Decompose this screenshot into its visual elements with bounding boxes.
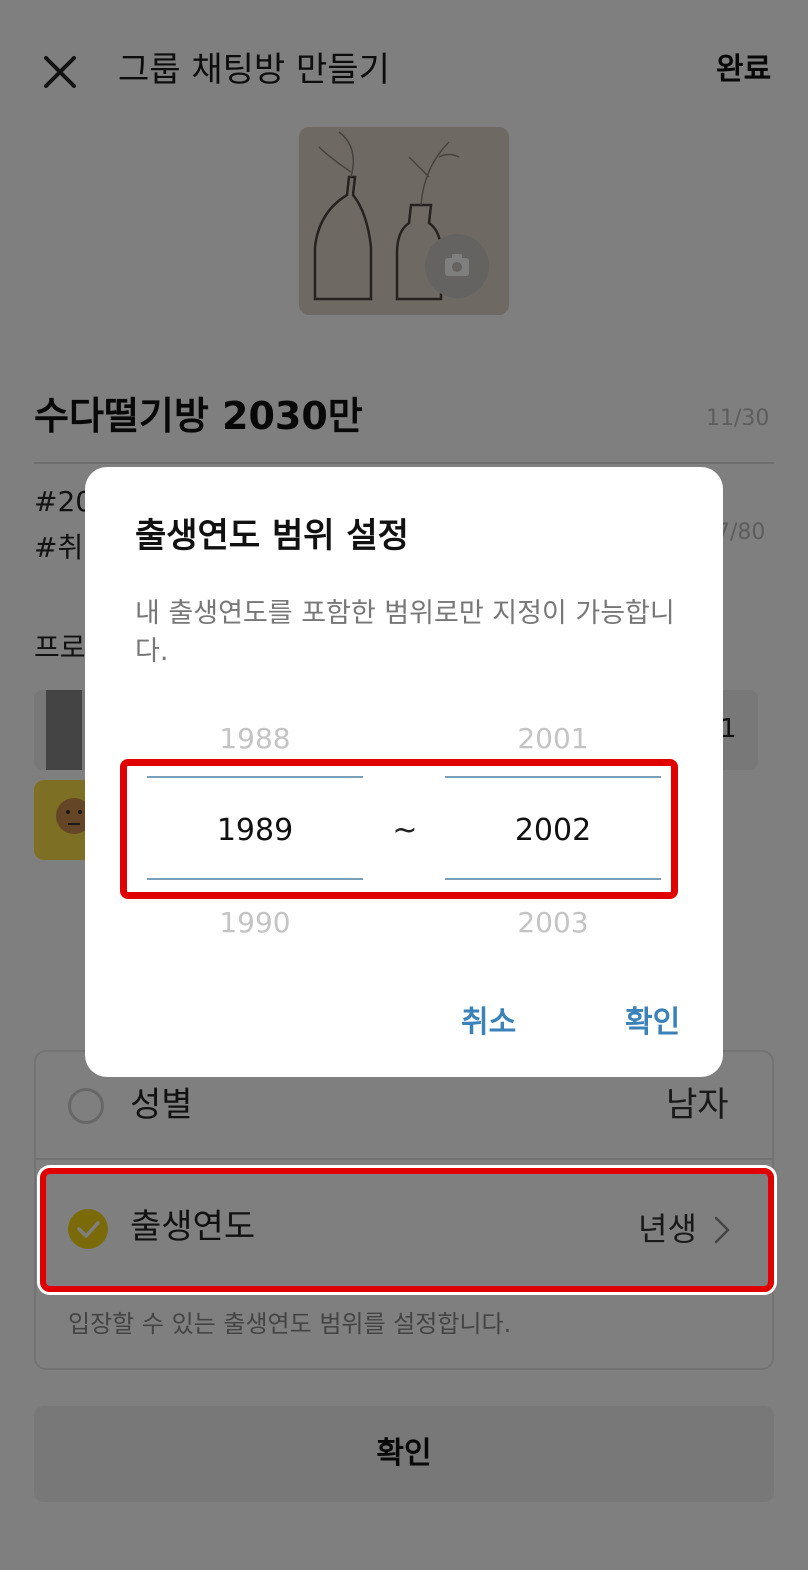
- highlight-box: [40, 1168, 774, 1292]
- ok-button[interactable]: 확인: [625, 1003, 680, 1043]
- start-year-prev[interactable]: 1988: [147, 721, 363, 757]
- dialog-description: 내 출생연도를 포함한 범위로만 지정이 가능합니다.: [135, 598, 675, 667]
- highlight-box: [120, 759, 678, 899]
- dialog-title: 출생연도 범위 설정: [135, 516, 409, 556]
- start-year-next[interactable]: 1990: [147, 905, 363, 941]
- cancel-button[interactable]: 취소: [461, 1003, 516, 1043]
- birth-year-range-dialog: 출생연도 범위 설정 내 출생연도를 포함한 범위로만 지정이 가능합니다. 1…: [85, 467, 723, 1077]
- end-year-next[interactable]: 2003: [445, 905, 661, 941]
- end-year-prev[interactable]: 2001: [445, 721, 661, 757]
